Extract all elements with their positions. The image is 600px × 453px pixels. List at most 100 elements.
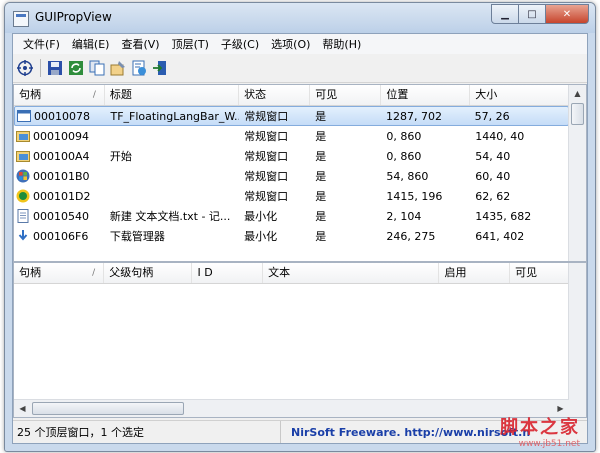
- table-row[interactable]: 000101B0 常规窗口 是 54, 860 60, 40: [14, 166, 569, 186]
- cell-size: 54, 40: [470, 150, 569, 163]
- cell-visible: 是: [310, 148, 381, 164]
- save-icon[interactable]: [47, 60, 63, 76]
- toolbar: [13, 54, 587, 83]
- toolbar-separator: [40, 59, 41, 77]
- col-enabled[interactable]: 启用: [439, 263, 511, 283]
- window-list-vscrollbar[interactable]: ▲: [568, 85, 586, 261]
- table-row[interactable]: 000100A4 开始 常规窗口 是 0, 860 54, 40: [14, 146, 569, 166]
- cell-visible-text: 是: [315, 230, 327, 243]
- cell-state: 常规窗口: [239, 188, 310, 204]
- title-bar[interactable]: GUIPropView ▁ □ ✕: [5, 3, 595, 33]
- cell-handle-text: 000100A4: [33, 149, 90, 163]
- cell-position-text: 246, 275: [386, 229, 436, 243]
- maximize-button[interactable]: □: [518, 4, 546, 24]
- html-report-icon[interactable]: [131, 60, 147, 76]
- col-position[interactable]: 位置: [381, 85, 471, 105]
- col-text[interactable]: 文本: [263, 263, 440, 283]
- folder-window-icon: [16, 149, 30, 163]
- cell-position-text: 0, 860: [386, 129, 422, 143]
- table-row[interactable]: 00010540 新建 文本文档.txt - 记... 最小化 是 2, 104 1435…: [14, 206, 569, 226]
- col-child-visible[interactable]: 可见: [510, 263, 569, 283]
- cell-title: 新建 文本文档.txt - 记...: [105, 208, 239, 224]
- window-app-icon: [17, 109, 31, 123]
- col-handle[interactable]: 句柄 /: [14, 85, 105, 105]
- cell-state-text: 常规窗口: [244, 170, 289, 183]
- col-state[interactable]: 状态: [239, 85, 311, 105]
- cell-visible: 是: [310, 208, 381, 224]
- scroll-left-arrow[interactable]: ◀: [14, 400, 31, 417]
- window-title: GUIPropView: [35, 10, 112, 24]
- menu-toplevel[interactable]: 顶层(T): [166, 34, 215, 54]
- cell-size: 57, 26: [470, 110, 568, 123]
- cell-visible: 是: [310, 228, 381, 244]
- refresh-icon[interactable]: [68, 60, 84, 76]
- col-child-handle[interactable]: 句柄 /: [14, 263, 105, 283]
- exit-icon[interactable]: [152, 60, 168, 76]
- status-nirsoft-link[interactable]: NirSoft Freeware. http://www.nirsoft.n: [281, 426, 530, 439]
- windows-logo-icon: [16, 169, 30, 183]
- cell-visible-text: 是: [315, 150, 327, 163]
- cell-state-text: 最小化: [244, 210, 278, 223]
- cell-size-text: 57, 26: [474, 109, 510, 123]
- minimize-button[interactable]: ▁: [491, 4, 519, 24]
- cell-state: 常规窗口: [239, 148, 310, 164]
- scroll-thumb[interactable]: [571, 103, 584, 125]
- scroll-up-arrow[interactable]: ▲: [569, 85, 586, 102]
- child-list-vscrollbar[interactable]: [568, 263, 586, 400]
- cell-handle-text: 000106F6: [33, 229, 89, 243]
- cell-title: TF_FloatingLangBar_W...: [105, 110, 239, 123]
- cell-handle-text: 00010094: [33, 129, 89, 143]
- window-controls: ▁ □ ✕: [491, 4, 589, 24]
- window-list-rows: 00010078 TF_FloatingLangBar_W... 常规窗口是 1287…: [14, 106, 569, 246]
- child-list-hscrollbar[interactable]: ◀ ▶: [14, 399, 569, 417]
- col-parent-handle[interactable]: 父级句柄: [104, 263, 193, 283]
- cell-position-text: 54, 860: [386, 169, 429, 183]
- cell-handle: 00010094: [14, 129, 105, 143]
- menu-view[interactable]: 查看(V): [115, 34, 165, 54]
- menu-help[interactable]: 帮助(H): [316, 34, 367, 54]
- cell-handle: 00010078: [15, 109, 105, 123]
- menu-bar: 文件(F) 编辑(E) 查看(V) 顶层(T) 子级(C) 选项(O) 帮助(H…: [13, 34, 587, 54]
- cell-position-text: 1287, 702: [386, 109, 443, 123]
- table-row[interactable]: 000101D2 常规窗口 是 1415, 196 62, 62: [14, 186, 569, 206]
- table-row[interactable]: 00010094 常规窗口 是 0, 860 1440, 40: [14, 126, 569, 146]
- cell-state: 常规窗口: [239, 108, 310, 124]
- watermark-title: 脚本之家: [500, 417, 580, 438]
- cell-title-text: 下载管理器: [109, 230, 165, 243]
- target-crosshair-icon[interactable]: [17, 60, 33, 76]
- menu-child[interactable]: 子级(C): [215, 34, 265, 54]
- cell-handle: 00010540: [14, 209, 105, 223]
- col-title[interactable]: 标题: [105, 85, 240, 105]
- menu-file[interactable]: 文件(F): [17, 34, 66, 54]
- window-list-header: 句柄 / 标题 状态 可见 位置 大小: [14, 85, 569, 106]
- col-visible[interactable]: 可见: [310, 85, 382, 105]
- cell-position: 1415, 196: [381, 190, 470, 203]
- window-list[interactable]: 句柄 / 标题 状态 可见 位置 大小 00010078 TF_FloatingLa…: [13, 84, 587, 262]
- status-count: 25 个顶层窗口，1 个选定: [13, 421, 281, 443]
- cell-position: 2, 104: [381, 210, 470, 223]
- cell-state: 常规窗口: [239, 168, 310, 184]
- properties-icon[interactable]: [110, 60, 126, 76]
- cell-title-text: TF_FloatingLangBar_W...: [110, 109, 240, 123]
- menu-options[interactable]: 选项(O): [265, 34, 316, 54]
- cell-position: 246, 275: [381, 230, 470, 243]
- col-id[interactable]: I D: [192, 263, 264, 283]
- cell-title: 下载管理器: [105, 228, 239, 244]
- watermark-url: www.jb51.net: [518, 439, 580, 449]
- menu-edit[interactable]: 编辑(E): [66, 34, 116, 54]
- cell-state-text: 常规窗口: [244, 130, 289, 143]
- table-row[interactable]: 000106F6 下载管理器 最小化 是 246, 275 641, 402: [14, 226, 569, 246]
- table-row[interactable]: 00010078 TF_FloatingLangBar_W... 常规窗口 是 1287…: [14, 106, 569, 126]
- green-circle-icon: [16, 189, 30, 203]
- close-button[interactable]: ✕: [545, 4, 589, 24]
- cell-position-text: 1415, 196: [386, 189, 443, 203]
- download-arrow-icon: [16, 229, 30, 243]
- hscroll-thumb[interactable]: [32, 402, 184, 415]
- cell-position: 1287, 702: [381, 110, 470, 123]
- cell-state-text: 常规窗口: [244, 190, 289, 203]
- copy-icon[interactable]: [89, 60, 105, 76]
- cell-state: 最小化: [239, 228, 310, 244]
- cell-size-text: 1440, 40: [475, 129, 525, 143]
- col-size[interactable]: 大小: [470, 85, 569, 105]
- child-list[interactable]: 句柄 / 父级句柄 I D 文本 启用 可见 ◀ ▶: [13, 262, 587, 418]
